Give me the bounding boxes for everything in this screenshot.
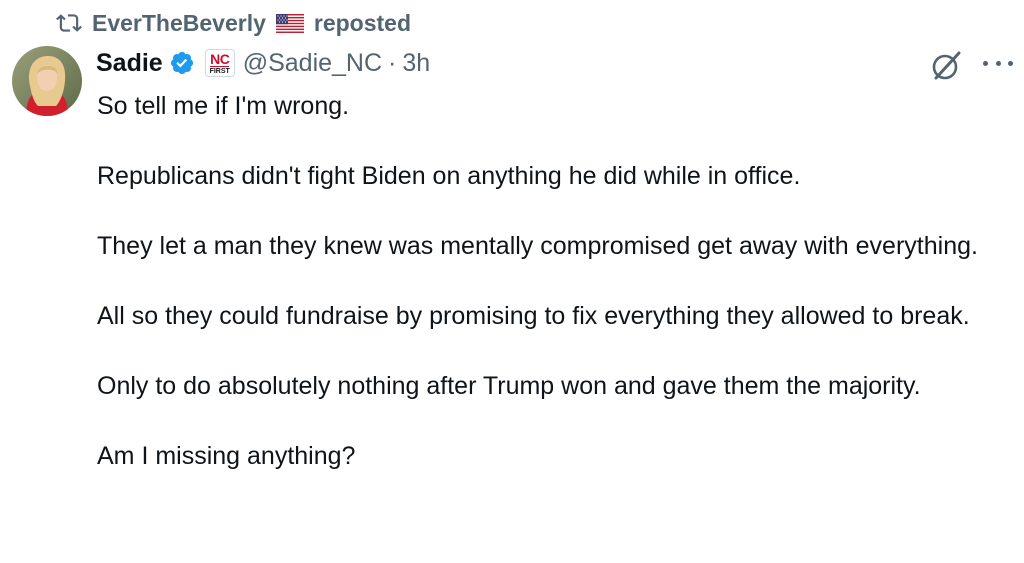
post-paragraph: Only to do absolutely nothing after Trum… <box>97 372 921 400</box>
more-options-icon[interactable] <box>983 58 1013 68</box>
repost-user-link[interactable]: EverTheBeverly <box>92 10 266 37</box>
repost-label: reposted <box>313 9 412 36</box>
grok-icon[interactable] <box>928 48 964 84</box>
post-text: So tell me if I'm wrong. Republicans did… <box>97 89 1007 474</box>
post-timestamp[interactable]: 3h <box>402 49 430 78</box>
author-display-name[interactable]: Sadie <box>96 49 163 78</box>
tweet[interactable]: EverTheBeverly reposted Sadie NC FIRST @… <box>0 0 1024 563</box>
avatar[interactable] <box>12 46 82 116</box>
verified-badge-icon[interactable] <box>169 50 195 76</box>
repost-icon <box>56 14 82 32</box>
repost-context: EverTheBeverly reposted <box>56 8 411 38</box>
post-paragraph: Republicans didn't fight Biden on anythi… <box>97 162 801 190</box>
separator-dot: · <box>388 48 397 77</box>
post-header: Sadie NC FIRST @Sadie_NC · 3h <box>96 46 430 80</box>
post-paragraph: Am I missing anything? <box>97 442 356 470</box>
post-paragraph: So tell me if I'm wrong. <box>97 92 350 120</box>
author-handle[interactable]: @Sadie_NC <box>243 49 382 78</box>
us-flag-icon <box>275 13 304 33</box>
avatar-image <box>12 46 82 116</box>
post-paragraph: All so they could fundraise by promising… <box>97 302 970 330</box>
post-paragraph: They let a man they knew was mentally co… <box>97 232 978 260</box>
affiliate-badge[interactable]: NC FIRST <box>204 49 235 77</box>
